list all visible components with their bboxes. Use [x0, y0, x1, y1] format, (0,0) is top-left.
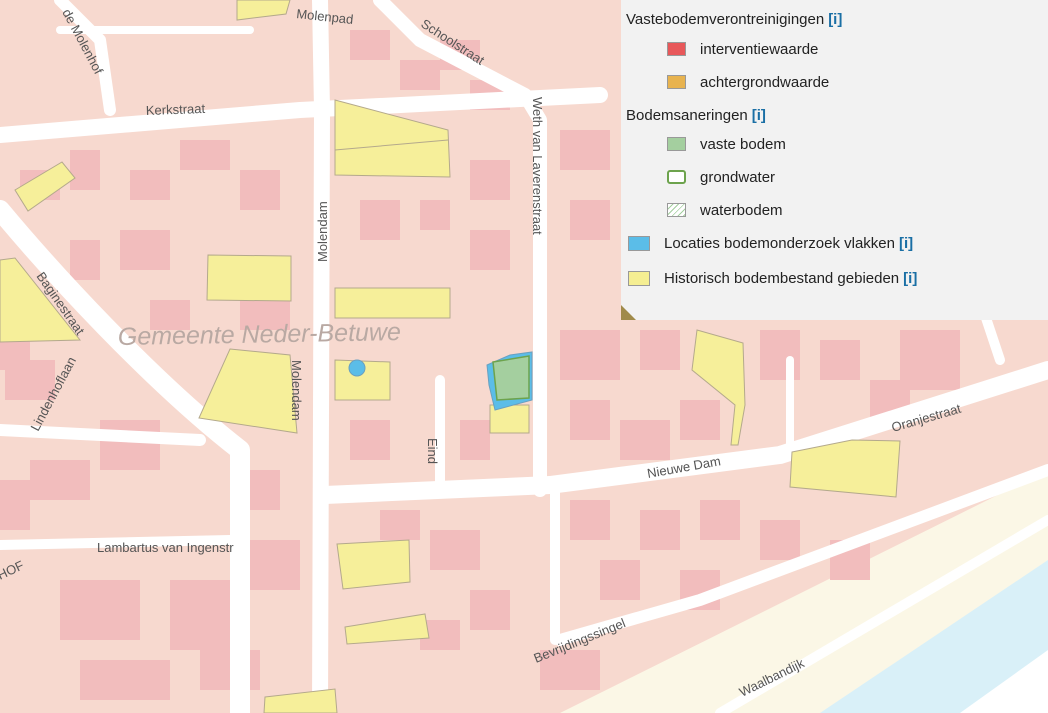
swatch-interventiewaarde	[667, 42, 686, 56]
legend-item-waterbodem: waterbodem	[667, 199, 783, 221]
street-label-molendam-south: Molendam	[289, 360, 304, 421]
legend-item-interventiewaarde: interventiewaarde	[667, 38, 818, 60]
info-link-vastebodem[interactable]: [i]	[828, 11, 842, 28]
swatch-locaties	[628, 235, 650, 251]
info-link-historisch[interactable]: [i]	[903, 270, 917, 287]
info-link-bodemsaneringen[interactable]: [i]	[752, 107, 766, 124]
legend-section-vastebodem: Vastebodemverontreinigingen [i]	[626, 11, 842, 28]
street-label-kerkstraat: Kerkstraat	[146, 101, 206, 118]
legend-item-vaste-bodem: vaste bodem	[667, 133, 786, 155]
legend-item-grondwater: grondwater	[667, 166, 775, 188]
info-link-locaties[interactable]: [i]	[899, 235, 913, 252]
legend-item-achtergrondwaarde: achtergrondwaarde	[667, 71, 829, 93]
street-label-laverenstraat: Weth van Laverenstraat	[530, 97, 545, 235]
swatch-vaste-bodem	[667, 137, 686, 151]
legend-section-title: Bodemsaneringen	[626, 107, 748, 124]
swatch-historisch	[628, 270, 650, 286]
swatch-waterbodem	[667, 203, 686, 217]
legend-item-locaties: Locaties bodemonderzoek vlakken [i]	[628, 232, 913, 254]
legend-item-label: Locaties bodemonderzoek vlakken	[664, 234, 895, 252]
legend-item-label: grondwater	[700, 168, 776, 186]
swatch-achtergrondwaarde	[667, 75, 686, 89]
legend-item-label: interventiewaarde	[700, 40, 819, 58]
legend-item-label: waterbodem	[700, 201, 783, 219]
legend-section-bodemsaneringen: Bodemsaneringen [i]	[626, 107, 766, 124]
legend-section-title: Vastebodemverontreinigingen	[626, 11, 825, 28]
street-label-eind: Eind	[425, 438, 440, 464]
legend-item-label: Historisch bodembestand gebieden	[664, 269, 900, 287]
municipality-label: Gemeente Neder-Betuwe	[118, 318, 401, 351]
swatch-grondwater	[667, 170, 686, 184]
legend-item-historisch: Historisch bodembestand gebieden [i]	[628, 267, 917, 289]
legend-item-label: vaste bodem	[700, 135, 786, 153]
legend-item-label: achtergrondwaarde	[700, 73, 830, 91]
map-legend: Vastebodemverontreinigingen [i] intervent…	[621, 0, 1048, 320]
legend-collapse-handle[interactable]	[621, 305, 636, 320]
street-label-lambartus: Lambartus van Ingenstr	[97, 540, 234, 555]
street-label-molendam-north: Molendam	[315, 201, 330, 262]
